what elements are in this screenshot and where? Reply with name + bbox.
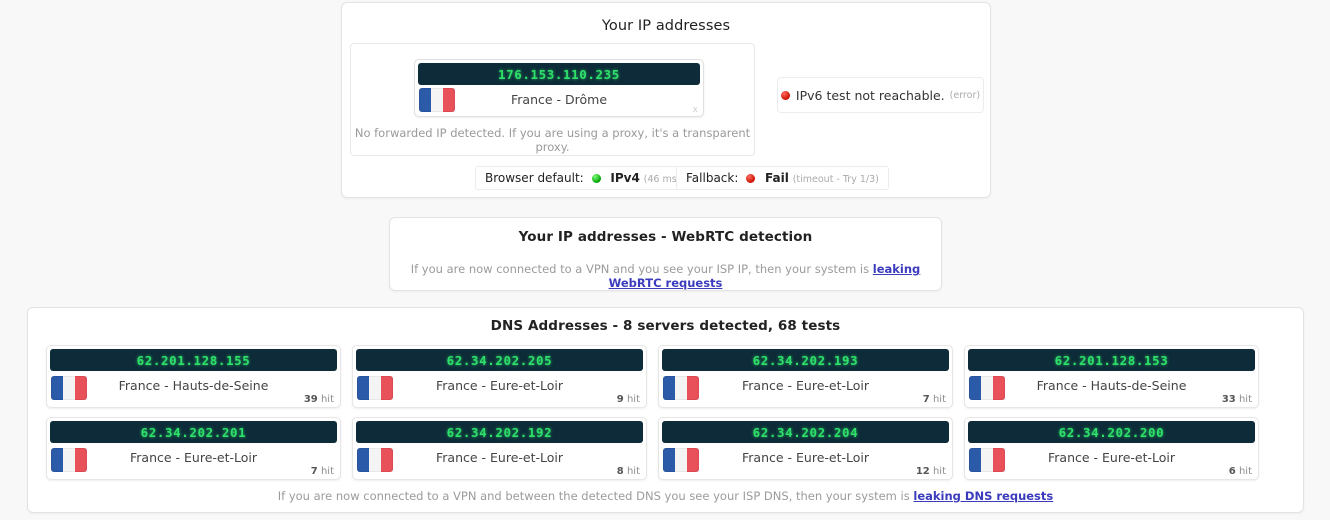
dns-location: France - Eure-et-Loir — [1047, 450, 1175, 465]
primary-ip-value: 176.153.110.235 — [498, 67, 620, 82]
browser-default-value: IPv4 — [610, 171, 640, 185]
ip-panel-title: Your IP addresses — [601, 18, 731, 34]
dns-addresses-panel: DNS Addresses - 8 servers detected, 68 t… — [27, 307, 1304, 513]
dns-hit-count: 33 hit — [1221, 394, 1252, 405]
dns-server-card[interactable]: 62.34.202.204 France - Eure-et-Loir 12 hit — [658, 417, 953, 480]
dns-ip-led-display: 62.34.202.192 — [356, 421, 643, 443]
browser-default-label: Browser default: — [485, 171, 584, 185]
dns-hit-count: 7 hit — [922, 394, 946, 405]
fallback-detail: (timeout - Try 1/3) — [792, 174, 879, 185]
dns-ip-led-display: 62.201.128.153 — [968, 349, 1255, 371]
dns-server-card[interactable]: 62.34.202.200 France - Eure-et-Loir 6 hit — [964, 417, 1259, 480]
dns-ip-value: 62.34.202.192 — [446, 425, 553, 440]
dns-hit-count: 9 hit — [616, 394, 640, 405]
dns-ip-led-display: 62.201.128.155 — [50, 349, 337, 371]
dns-hit-count: 8 hit — [616, 466, 640, 477]
leaking-dns-requests-link[interactable]: leaking DNS requests — [913, 489, 1053, 503]
primary-ip-led-display: 176.153.110.235 — [418, 63, 700, 85]
dns-ip-value: 62.201.128.155 — [136, 353, 251, 368]
fallback-label: Fallback: — [686, 171, 739, 185]
dns-ip-led-display: 62.34.202.201 — [50, 421, 337, 443]
dns-ip-led-display: 62.34.202.193 — [662, 349, 949, 371]
ip-addresses-panel: Your IP addresses 176.153.110.235 France… — [341, 2, 991, 198]
dns-ip-led-display: 62.34.202.200 — [968, 421, 1255, 443]
dns-server-card[interactable]: 62.201.128.153 France - Hauts-de-Seine 33 … — [964, 345, 1259, 408]
ipv6-status-detail: (error) — [949, 89, 981, 101]
forwarded-ip-note: No forwarded IP detected. If you are usi… — [354, 126, 751, 154]
browser-default-detail: (46 ms) — [643, 174, 681, 185]
dns-ip-value: 62.201.128.153 — [1054, 353, 1169, 368]
dns-note: If you are now connected to a VPN and be… — [28, 489, 1303, 503]
fallback-status: Fallback: Fail (timeout - Try 1/3) — [676, 166, 889, 190]
dns-location: France - Eure-et-Loir — [129, 450, 257, 465]
ipv6-status-text: IPv6 test not reachable. — [795, 87, 945, 103]
dns-hit-count: 39 hit — [303, 394, 334, 405]
dns-ip-value: 62.34.202.193 — [752, 353, 859, 368]
dns-hit-count: 6 hit — [1228, 466, 1252, 477]
dns-ip-led-display: 62.34.202.204 — [662, 421, 949, 443]
dns-hit-count: 12 hit — [915, 466, 946, 477]
webrtc-panel-title: Your IP addresses - WebRTC detection — [518, 229, 813, 245]
dns-server-card[interactable]: 62.34.202.201 France - Eure-et-Loir 7 hit — [46, 417, 341, 480]
dns-location: France - Hauts-de-Seine — [118, 378, 269, 393]
dns-panel-title: DNS Addresses - 8 servers detected, 68 t… — [490, 318, 841, 334]
ipv6-status-box: IPv6 test not reachable. (error) — [777, 77, 984, 113]
dns-server-card[interactable]: 62.34.202.192 France - Eure-et-Loir 8 hit — [352, 417, 647, 480]
dns-server-card[interactable]: 62.201.128.155 France - Hauts-de-Seine 39 … — [46, 345, 341, 408]
dns-location: France - Hauts-de-Seine — [1036, 378, 1187, 393]
dns-hit-count: 7 hit — [310, 466, 334, 477]
dns-server-grid: 62.201.128.155 France - Hauts-de-Seine 39 … — [46, 345, 1287, 480]
dns-location: France - Eure-et-Loir — [435, 450, 563, 465]
close-icon[interactable]: x — [693, 105, 698, 115]
dns-location: France - Eure-et-Loir — [741, 450, 869, 465]
webrtc-note: If you are now connected to a VPN and yo… — [390, 262, 941, 290]
browser-default-status: Browser default: IPv4 (46 ms) — [475, 166, 691, 190]
status-dot-green-icon — [591, 174, 601, 183]
fallback-value: Fail — [765, 171, 789, 185]
dns-location: France - Eure-et-Loir — [741, 378, 869, 393]
dns-ip-value: 62.34.202.200 — [1058, 425, 1165, 440]
webrtc-note-text: If you are now connected to a VPN and yo… — [410, 262, 873, 276]
dns-ip-value: 62.34.202.201 — [140, 425, 247, 440]
dns-note-text: If you are now connected to a VPN and be… — [277, 489, 914, 503]
dns-ip-led-display: 62.34.202.205 — [356, 349, 643, 371]
dns-server-card[interactable]: 62.34.202.205 France - Eure-et-Loir 9 hit — [352, 345, 647, 408]
primary-ip-location: France - Drôme — [510, 92, 608, 107]
primary-ip-container: 176.153.110.235 France - Drôme x No forw… — [350, 43, 755, 156]
dns-ip-value: 62.34.202.204 — [752, 425, 859, 440]
status-dot-red-icon — [746, 174, 756, 183]
webrtc-detection-panel: Your IP addresses - WebRTC detection If … — [389, 217, 942, 291]
primary-ip-card[interactable]: 176.153.110.235 France - Drôme x — [414, 59, 704, 117]
dns-server-card[interactable]: 62.34.202.193 France - Eure-et-Loir 7 hit — [658, 345, 953, 408]
status-dot-red-icon — [780, 90, 790, 100]
dns-location: France - Eure-et-Loir — [435, 378, 563, 393]
dns-ip-value: 62.34.202.205 — [446, 353, 553, 368]
